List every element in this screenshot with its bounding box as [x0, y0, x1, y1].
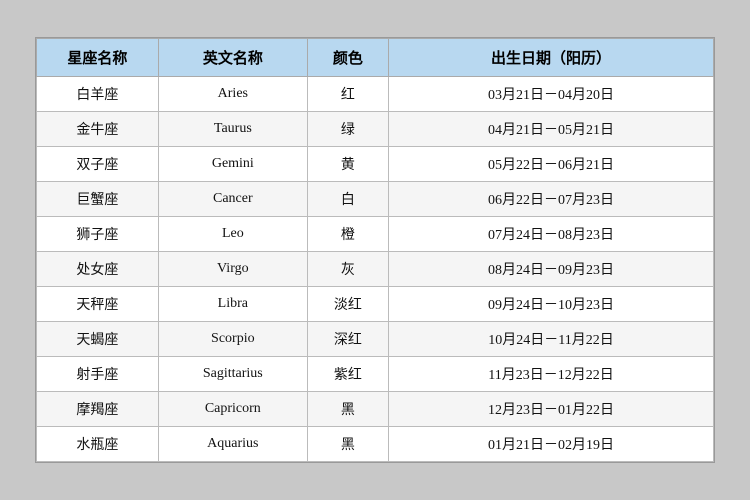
cell-en-name: Cancer: [158, 182, 307, 217]
table-row: 巨蟹座Cancer白06月22日－07月23日: [37, 182, 714, 217]
table-row: 狮子座Leo橙07月24日－08月23日: [37, 217, 714, 252]
cell-zh-name: 天蝎座: [37, 322, 159, 357]
table-row: 金牛座Taurus绿04月21日－05月21日: [37, 112, 714, 147]
table-row: 双子座Gemini黄05月22日－06月21日: [37, 147, 714, 182]
cell-en-name: Aquarius: [158, 427, 307, 462]
table-row: 水瓶座Aquarius黑01月21日－02月19日: [37, 427, 714, 462]
cell-en-name: Capricorn: [158, 392, 307, 427]
cell-en-name: Scorpio: [158, 322, 307, 357]
cell-date: 03月21日－04月20日: [389, 77, 714, 112]
cell-date: 11月23日－12月22日: [389, 357, 714, 392]
cell-color: 黄: [307, 147, 388, 182]
header-color: 颜色: [307, 39, 388, 77]
cell-zh-name: 射手座: [37, 357, 159, 392]
cell-color: 绿: [307, 112, 388, 147]
table-row: 白羊座Aries红03月21日－04月20日: [37, 77, 714, 112]
header-date: 出生日期（阳历）: [389, 39, 714, 77]
cell-color: 红: [307, 77, 388, 112]
table-row: 天秤座Libra淡红09月24日－10月23日: [37, 287, 714, 322]
table-row: 天蝎座Scorpio深红10月24日－11月22日: [37, 322, 714, 357]
cell-color: 深红: [307, 322, 388, 357]
cell-date: 07月24日－08月23日: [389, 217, 714, 252]
zodiac-table: 星座名称 英文名称 颜色 出生日期（阳历） 白羊座Aries红03月21日－04…: [36, 38, 714, 462]
table-header-row: 星座名称 英文名称 颜色 出生日期（阳历）: [37, 39, 714, 77]
cell-zh-name: 金牛座: [37, 112, 159, 147]
cell-date: 09月24日－10月23日: [389, 287, 714, 322]
cell-date: 12月23日－01月22日: [389, 392, 714, 427]
table-row: 射手座Sagittarius紫红11月23日－12月22日: [37, 357, 714, 392]
cell-en-name: Taurus: [158, 112, 307, 147]
cell-date: 04月21日－05月21日: [389, 112, 714, 147]
cell-en-name: Sagittarius: [158, 357, 307, 392]
table-row: 摩羯座Capricorn黑12月23日－01月22日: [37, 392, 714, 427]
cell-zh-name: 白羊座: [37, 77, 159, 112]
cell-zh-name: 摩羯座: [37, 392, 159, 427]
cell-zh-name: 处女座: [37, 252, 159, 287]
cell-zh-name: 天秤座: [37, 287, 159, 322]
cell-color: 白: [307, 182, 388, 217]
cell-color: 灰: [307, 252, 388, 287]
cell-color: 紫红: [307, 357, 388, 392]
cell-color: 橙: [307, 217, 388, 252]
cell-color: 淡红: [307, 287, 388, 322]
header-zh-name: 星座名称: [37, 39, 159, 77]
header-en-name: 英文名称: [158, 39, 307, 77]
table-body: 白羊座Aries红03月21日－04月20日金牛座Taurus绿04月21日－0…: [37, 77, 714, 462]
cell-date: 08月24日－09月23日: [389, 252, 714, 287]
cell-zh-name: 水瓶座: [37, 427, 159, 462]
cell-date: 05月22日－06月21日: [389, 147, 714, 182]
cell-en-name: Libra: [158, 287, 307, 322]
cell-en-name: Leo: [158, 217, 307, 252]
table-row: 处女座Virgo灰08月24日－09月23日: [37, 252, 714, 287]
cell-color: 黑: [307, 427, 388, 462]
cell-date: 06月22日－07月23日: [389, 182, 714, 217]
cell-en-name: Virgo: [158, 252, 307, 287]
cell-date: 10月24日－11月22日: [389, 322, 714, 357]
cell-zh-name: 巨蟹座: [37, 182, 159, 217]
cell-en-name: Aries: [158, 77, 307, 112]
cell-en-name: Gemini: [158, 147, 307, 182]
zodiac-table-container: 星座名称 英文名称 颜色 出生日期（阳历） 白羊座Aries红03月21日－04…: [35, 37, 715, 463]
cell-zh-name: 双子座: [37, 147, 159, 182]
cell-color: 黑: [307, 392, 388, 427]
cell-zh-name: 狮子座: [37, 217, 159, 252]
cell-date: 01月21日－02月19日: [389, 427, 714, 462]
